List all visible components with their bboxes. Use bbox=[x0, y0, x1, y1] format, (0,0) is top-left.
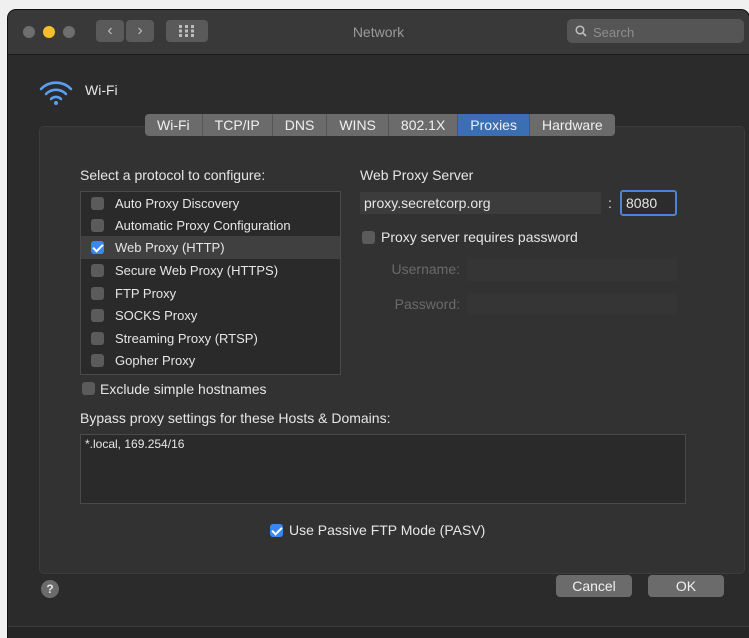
protocol-label: Gopher Proxy bbox=[115, 353, 196, 368]
list-item[interactable]: FTP Proxy bbox=[81, 282, 340, 305]
protocol-checkbox[interactable] bbox=[91, 332, 104, 345]
protocol-label: Auto Proxy Discovery bbox=[115, 196, 240, 211]
list-item[interactable]: Web Proxy (HTTP) bbox=[81, 236, 340, 259]
bypass-heading: Bypass proxy settings for these Hosts & … bbox=[80, 410, 391, 426]
exclude-simple-hostnames-label: Exclude simple hostnames bbox=[100, 381, 267, 397]
password-field[interactable] bbox=[467, 293, 677, 315]
proxy-host-field[interactable] bbox=[360, 192, 601, 214]
passive-ftp-checkbox[interactable] bbox=[270, 524, 283, 537]
protocol-label: Streaming Proxy (RTSP) bbox=[115, 331, 258, 346]
protocol-checkbox[interactable] bbox=[91, 241, 104, 254]
search-input[interactable] bbox=[591, 21, 740, 43]
port-separator: : bbox=[608, 195, 612, 211]
wifi-icon bbox=[39, 81, 73, 105]
protocol-checkbox[interactable] bbox=[91, 287, 104, 300]
tab-bar: Wi-Fi TCP/IP DNS WINS 802.1X Proxies Har… bbox=[145, 114, 615, 136]
search-icon bbox=[575, 25, 587, 37]
tab-hardware[interactable]: Hardware bbox=[530, 114, 615, 136]
protocol-label: Automatic Proxy Configuration bbox=[115, 218, 291, 233]
list-item[interactable]: Automatic Proxy Configuration bbox=[81, 214, 340, 237]
username-label: Username: bbox=[391, 261, 460, 277]
protocol-checkbox[interactable] bbox=[91, 219, 104, 232]
list-item[interactable]: SOCKS Proxy bbox=[81, 304, 340, 327]
protocol-list[interactable]: Auto Proxy Discovery Automatic Proxy Con… bbox=[80, 191, 341, 375]
list-item[interactable]: Gopher Proxy bbox=[81, 349, 340, 372]
requires-password-label: Proxy server requires password bbox=[381, 229, 578, 245]
password-label: Password: bbox=[394, 296, 460, 312]
search-box[interactable] bbox=[567, 19, 744, 43]
protocol-checkbox[interactable] bbox=[91, 197, 104, 210]
bypass-hosts-field[interactable]: *.local, 169.254/16 bbox=[80, 434, 686, 504]
protocol-label: SOCKS Proxy bbox=[115, 308, 198, 323]
list-item[interactable]: Auto Proxy Discovery bbox=[81, 192, 340, 215]
list-item[interactable]: Secure Web Proxy (HTTPS) bbox=[81, 259, 340, 282]
interface-name: Wi-Fi bbox=[85, 82, 118, 98]
proxy-server-heading: Web Proxy Server bbox=[360, 167, 474, 183]
title-bar: ‹ › Network bbox=[8, 10, 749, 55]
requires-password-checkbox[interactable] bbox=[362, 231, 375, 244]
tab-dns[interactable]: DNS bbox=[273, 114, 328, 136]
network-preferences-window: ‹ › Network Wi-Fi bbox=[8, 10, 749, 638]
exclude-simple-hostnames-checkbox[interactable] bbox=[82, 382, 95, 395]
protocol-checkbox[interactable] bbox=[91, 264, 104, 277]
protocol-checkbox[interactable] bbox=[91, 309, 104, 322]
proxy-port-field[interactable] bbox=[620, 190, 677, 216]
bottom-bar bbox=[8, 626, 749, 638]
tab-tcpip[interactable]: TCP/IP bbox=[203, 114, 273, 136]
protocol-label: FTP Proxy bbox=[115, 286, 177, 301]
protocol-label: Secure Web Proxy (HTTPS) bbox=[115, 263, 279, 278]
protocol-checkbox[interactable] bbox=[91, 354, 104, 367]
tab-wifi[interactable]: Wi-Fi bbox=[145, 114, 203, 136]
protocol-list-heading: Select a protocol to configure: bbox=[80, 167, 266, 183]
passive-ftp-label: Use Passive FTP Mode (PASV) bbox=[289, 522, 486, 538]
tab-8021x[interactable]: 802.1X bbox=[389, 114, 459, 136]
username-field[interactable] bbox=[467, 259, 677, 281]
cancel-button[interactable]: Cancel bbox=[556, 575, 632, 597]
ok-button[interactable]: OK bbox=[648, 575, 724, 597]
tab-wins[interactable]: WINS bbox=[327, 114, 389, 136]
protocol-label: Web Proxy (HTTP) bbox=[115, 240, 225, 255]
help-button[interactable]: ? bbox=[41, 580, 59, 598]
tab-proxies[interactable]: Proxies bbox=[458, 114, 530, 136]
list-item[interactable]: Streaming Proxy (RTSP) bbox=[81, 327, 340, 350]
